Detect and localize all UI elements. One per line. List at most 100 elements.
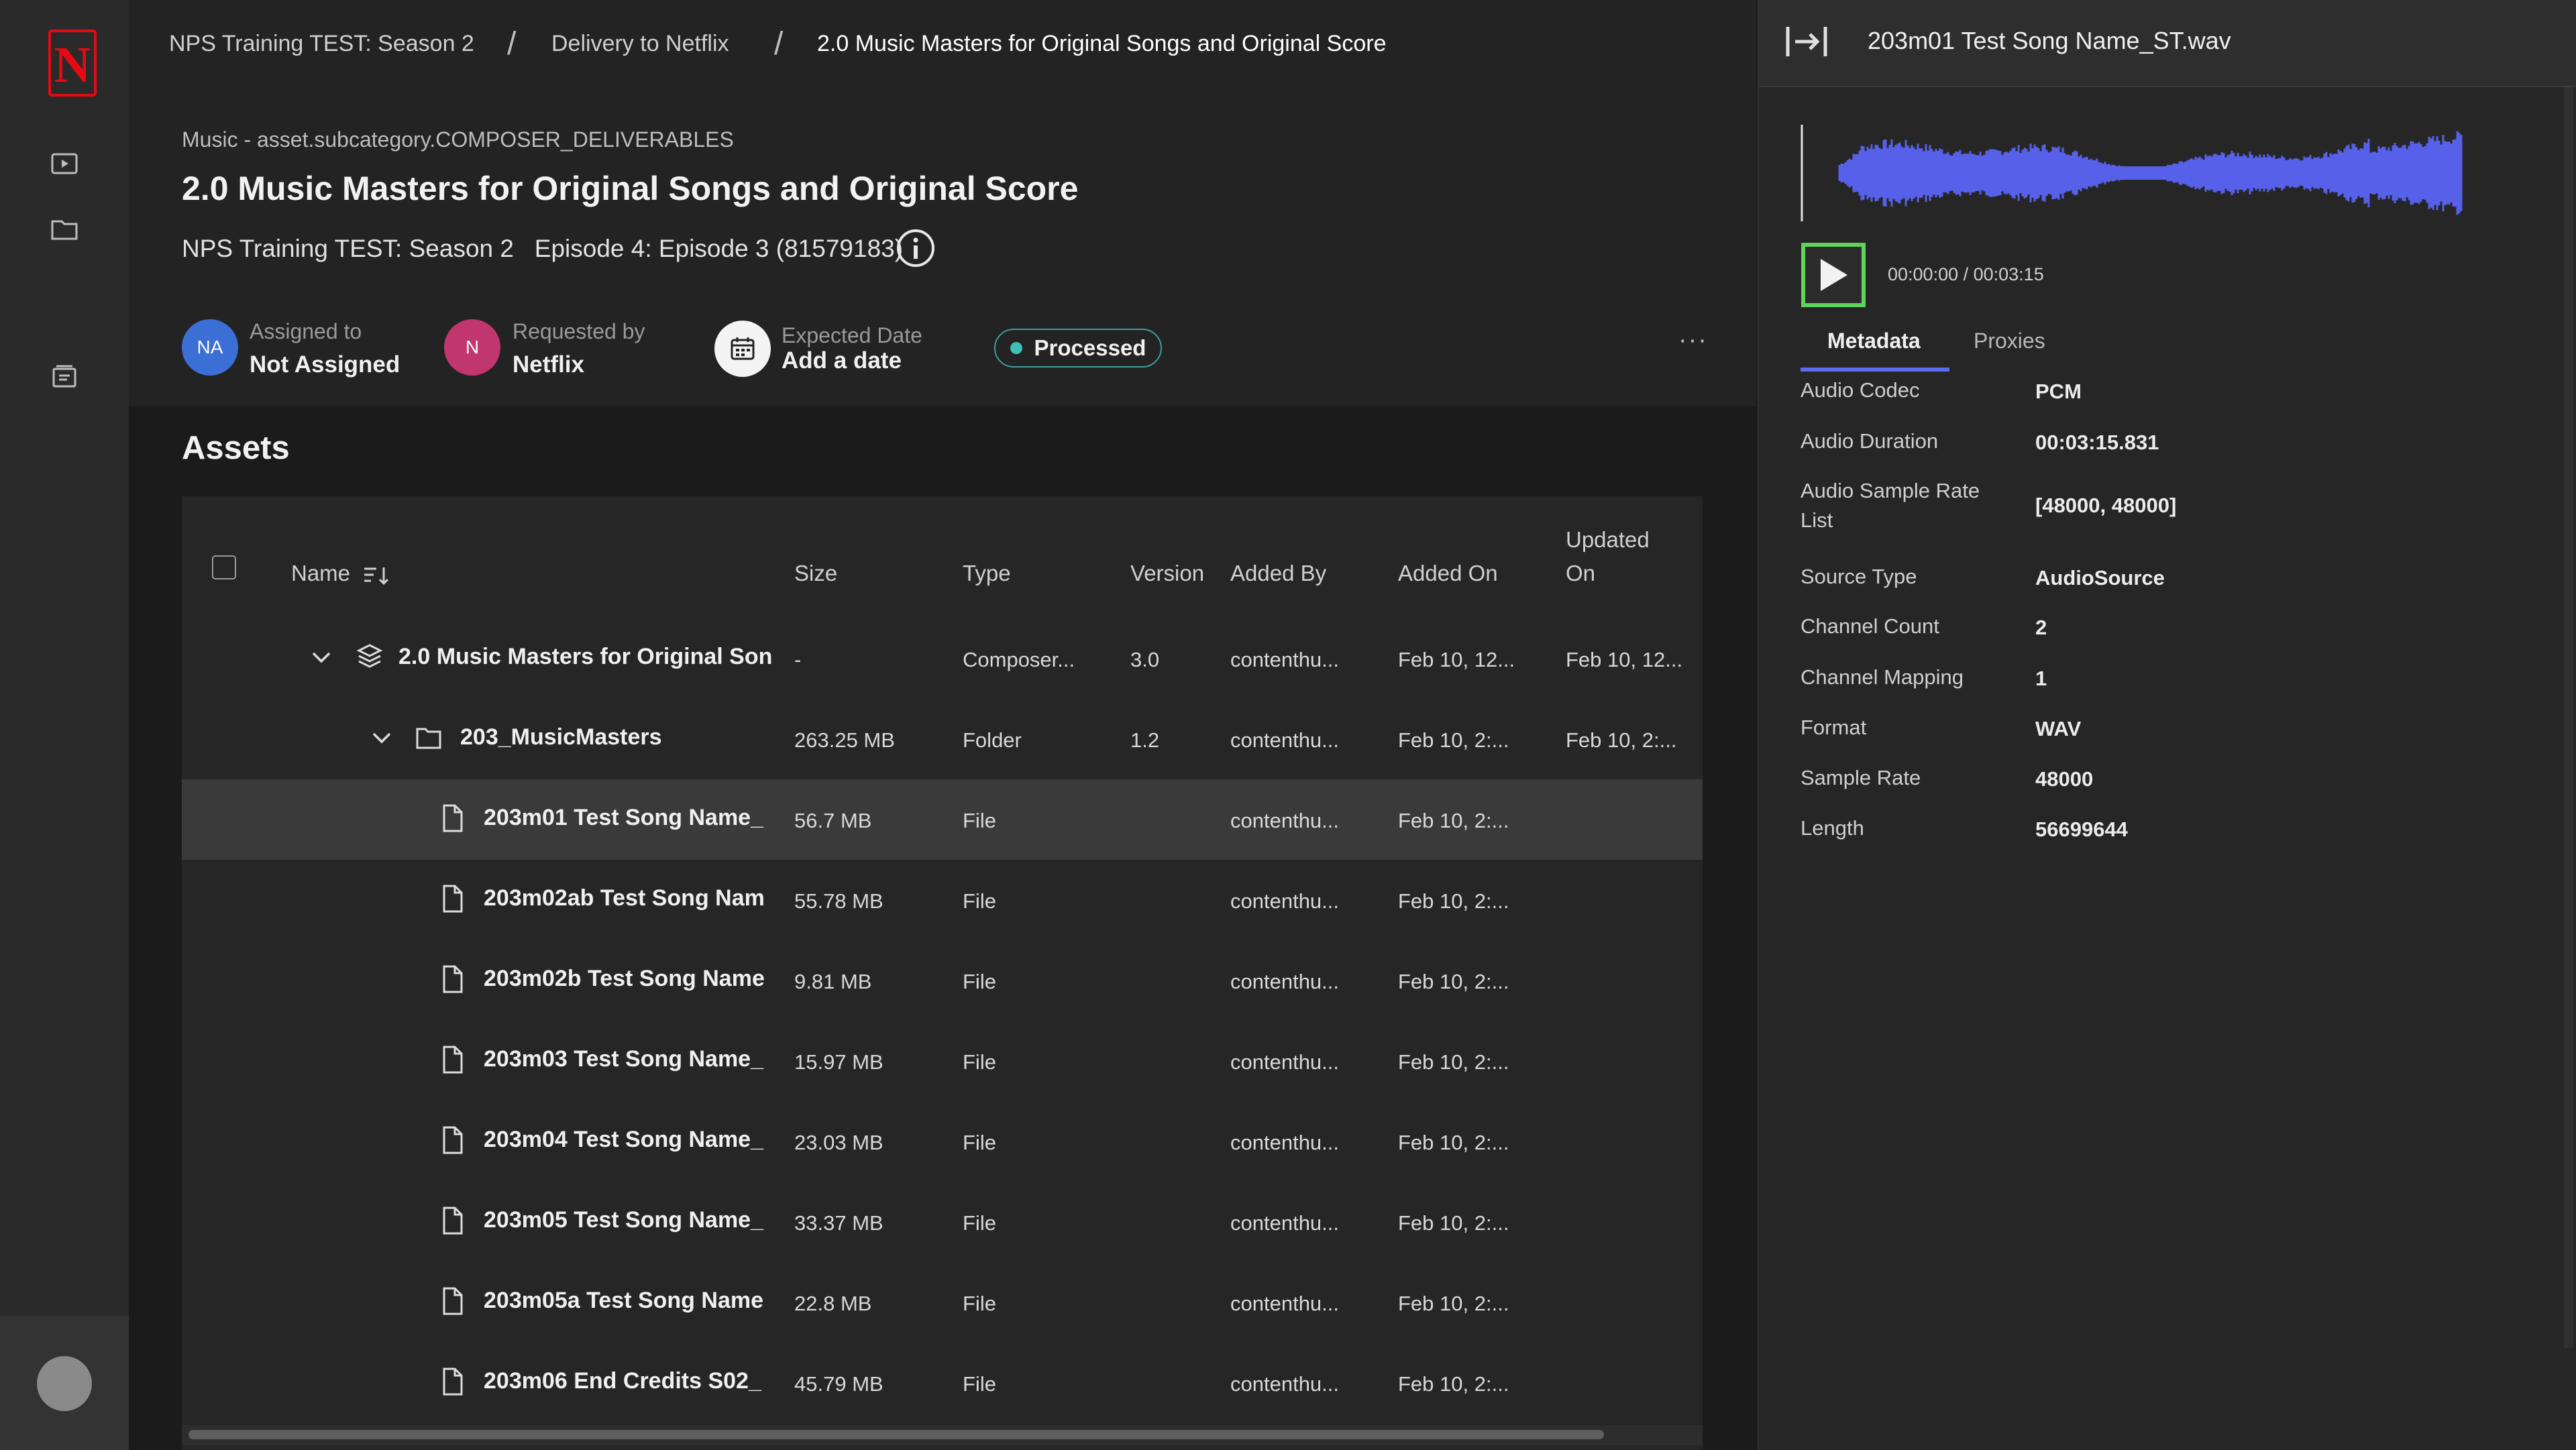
asset-name[interactable]: 203m05 Test Song Name_ bbox=[484, 1207, 772, 1233]
asset-name[interactable]: 203m02b Test Song Name bbox=[484, 966, 772, 992]
column-header-added-on[interactable]: Added On bbox=[1398, 561, 1498, 586]
chevron-down-icon[interactable] bbox=[370, 728, 394, 748]
left-nav-rail: N bbox=[0, 0, 129, 1450]
asset-name[interactable]: 2.0 Music Masters for Original Son bbox=[398, 644, 772, 670]
table-row[interactable]: 203m02ab Test Song Nam 55.78 MB File conten… bbox=[182, 860, 1703, 940]
cell-added-on: Feb 10, 2:... bbox=[1398, 1292, 1509, 1315]
user-avatar[interactable] bbox=[37, 1356, 92, 1411]
cell-type: File bbox=[963, 1292, 996, 1315]
table-row[interactable]: 2.0 Music Masters for Original Son - Compo… bbox=[182, 618, 1703, 699]
metadata-label: Channel Mapping bbox=[1801, 665, 1964, 689]
breadcrumb-separator: / bbox=[774, 26, 784, 62]
asset-name[interactable]: 203m01 Test Song Name_ bbox=[484, 805, 772, 831]
metadata-label: Audio Duration bbox=[1801, 429, 1939, 453]
file-icon bbox=[443, 804, 463, 832]
column-header-added-by[interactable]: Added By bbox=[1230, 561, 1326, 586]
table-row[interactable]: 203m05a Test Song Name 22.8 MB File content… bbox=[182, 1262, 1703, 1343]
assets-heading: Assets bbox=[182, 430, 290, 466]
calendar-icon bbox=[731, 337, 755, 360]
scrollbar-thumb[interactable] bbox=[189, 1430, 1604, 1439]
metadata-value: 2 bbox=[2035, 616, 2047, 639]
horizontal-scrollbar[interactable] bbox=[182, 1425, 1703, 1445]
cell-size: 55.78 MB bbox=[794, 889, 883, 913]
select-all-checkbox[interactable] bbox=[212, 555, 236, 579]
assets-table: Name Size Type Version Added By Added On… bbox=[182, 496, 1703, 1450]
cell-size: 23.03 MB bbox=[794, 1131, 883, 1154]
table-row[interactable]: 203m04 Test Song Name_ 23.03 MB File conten… bbox=[182, 1101, 1703, 1182]
assigned-value[interactable]: Not Assigned bbox=[250, 351, 400, 378]
file-icon bbox=[443, 1207, 463, 1235]
metadata-value: 56699644 bbox=[2035, 818, 2128, 841]
play-box-icon[interactable] bbox=[48, 148, 80, 180]
metadata-label: Length bbox=[1801, 816, 1864, 840]
requested-value: Netflix bbox=[513, 351, 584, 378]
metadata-value: [48000, 48000] bbox=[2035, 494, 2177, 517]
file-icon bbox=[443, 1126, 463, 1154]
cell-added-by: contenthu... bbox=[1230, 1131, 1340, 1154]
cell-type: Folder bbox=[963, 728, 1022, 752]
metadata-value: WAV bbox=[2035, 717, 2082, 740]
status-dot bbox=[1010, 342, 1022, 354]
file-icon bbox=[443, 1046, 463, 1074]
column-header-name[interactable]: Name bbox=[291, 561, 350, 586]
table-row[interactable]: 203m05 Test Song Name_ 33.37 MB File conten… bbox=[182, 1182, 1703, 1262]
cell-added-by: contenthu... bbox=[1230, 1050, 1340, 1074]
table-row[interactable]: 203m02b Test Song Name 9.81 MB File content… bbox=[182, 940, 1703, 1021]
cell-size: 33.37 MB bbox=[794, 1211, 883, 1235]
table-body: 2.0 Music Masters for Original Son - Compo… bbox=[182, 618, 1703, 1423]
asset-name[interactable]: 203_MusicMasters bbox=[460, 724, 772, 750]
cell-size: 9.81 MB bbox=[794, 970, 872, 993]
column-header-size[interactable]: Size bbox=[794, 561, 837, 586]
cell-type: File bbox=[963, 970, 996, 993]
sort-icon[interactable] bbox=[362, 563, 391, 588]
file-icon bbox=[443, 1287, 463, 1315]
season-episode-line: NPS Training TEST: Season 2 Episode 4: E… bbox=[182, 235, 904, 262]
cell-size: 56.7 MB bbox=[794, 809, 872, 832]
column-header-type[interactable]: Type bbox=[963, 561, 1011, 586]
metadata-label: Audio Codec bbox=[1801, 378, 1920, 402]
asset-name[interactable]: 203m06 End Credits S02_ bbox=[484, 1368, 772, 1394]
asset-name[interactable]: 203m04 Test Song Name_ bbox=[484, 1127, 772, 1153]
asset-name[interactable]: 203m03 Test Song Name_ bbox=[484, 1046, 772, 1072]
cell-size: 15.97 MB bbox=[794, 1050, 883, 1074]
cell-added-by: contenthu... bbox=[1230, 809, 1340, 832]
file-icon bbox=[443, 1368, 463, 1396]
cell-type: File bbox=[963, 1050, 996, 1074]
cell-added-by: contenthu... bbox=[1230, 728, 1340, 752]
column-header-updated-on[interactable]: On bbox=[1566, 561, 1595, 586]
info-icon[interactable] bbox=[896, 228, 936, 268]
metadata-value: 48000 bbox=[2035, 767, 2094, 791]
cell-added-on: Feb 10, 2:... bbox=[1398, 1131, 1509, 1154]
metadata-label: Channel Count bbox=[1801, 614, 1939, 638]
cell-added-on: Feb 10, 2:... bbox=[1398, 728, 1509, 752]
cell-added-on: Feb 10, 2:... bbox=[1398, 809, 1509, 832]
more-options-button[interactable]: ··· bbox=[1678, 326, 1708, 355]
netflix-logo[interactable]: N bbox=[48, 30, 97, 97]
add-date-link[interactable]: Add a date bbox=[782, 347, 902, 374]
assigned-avatar: NA bbox=[182, 319, 238, 376]
cell-size: 45.79 MB bbox=[794, 1372, 883, 1396]
folder-icon[interactable] bbox=[48, 213, 80, 245]
cell-added-by: contenthu... bbox=[1230, 1292, 1340, 1315]
detail-panel: 203m01 Test Song Name_ST.wav 00:00:00 / … bbox=[1758, 0, 2576, 1450]
breadcrumb-item-season[interactable]: NPS Training TEST: Season 2 bbox=[169, 31, 474, 57]
file-icon bbox=[443, 885, 463, 913]
table-row[interactable]: 203_MusicMasters 263.25 MB Folder 1.2 conten… bbox=[182, 699, 1703, 779]
column-header-version[interactable]: Version bbox=[1130, 561, 1204, 586]
calendar-button[interactable] bbox=[714, 321, 771, 377]
status-text: Processed bbox=[1034, 335, 1146, 360]
vertical-scrollbar[interactable] bbox=[2564, 87, 2573, 1348]
chevron-down-icon[interactable] bbox=[309, 648, 333, 668]
cell-type: File bbox=[963, 809, 996, 832]
inbox-tray-icon[interactable] bbox=[48, 361, 80, 393]
cell-updated-on: Feb 10, 2:... bbox=[1566, 728, 1677, 752]
asset-name[interactable]: 203m02ab Test Song Nam bbox=[484, 885, 772, 911]
column-header-updated[interactable]: Updated bbox=[1566, 527, 1650, 553]
metadata-value: 00:03:15.831 bbox=[2035, 431, 2159, 454]
table-row[interactable]: 203m06 End Credits S02_ 45.79 MB File conte… bbox=[182, 1343, 1703, 1423]
table-row[interactable]: 203m01 Test Song Name_ 56.7 MB File content… bbox=[182, 779, 1703, 860]
breadcrumb-item-delivery[interactable]: Delivery to Netflix bbox=[551, 31, 729, 57]
asset-name[interactable]: 203m05a Test Song Name bbox=[484, 1288, 772, 1314]
table-row[interactable]: 203m03 Test Song Name_ 15.97 MB File conten… bbox=[182, 1021, 1703, 1101]
cell-updated-on: Feb 10, 12... bbox=[1566, 648, 1683, 671]
